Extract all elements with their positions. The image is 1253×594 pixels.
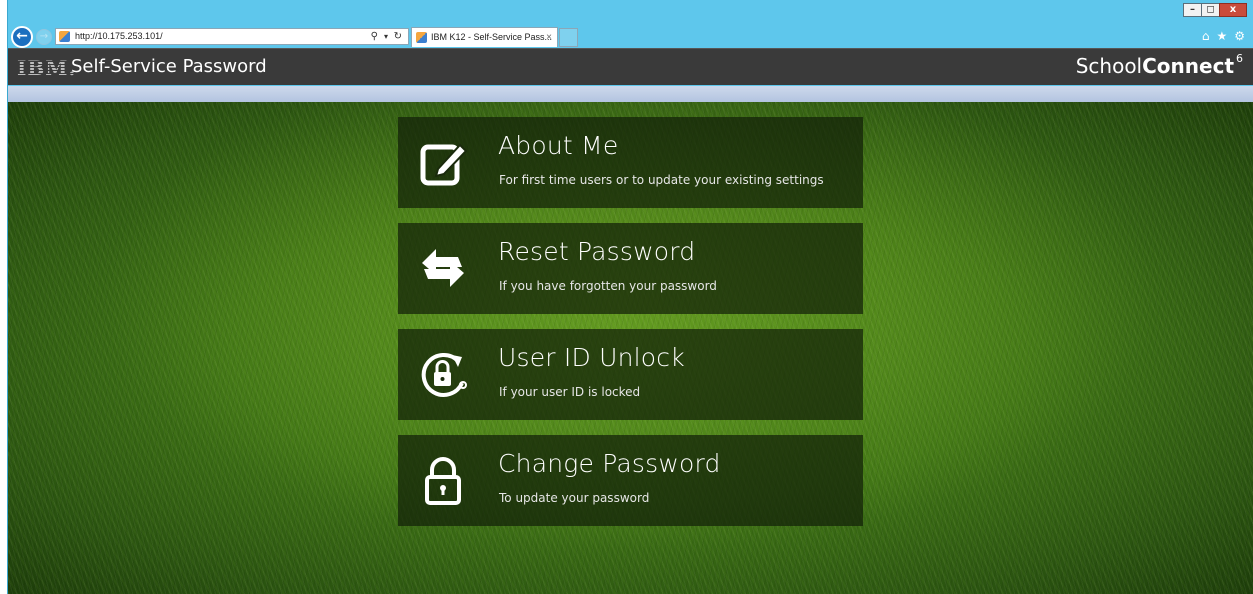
app-header: IBM. Self-Service Password SchoolConnect… bbox=[8, 48, 1253, 85]
minimize-button[interactable]: – bbox=[1183, 3, 1202, 17]
site-favicon-icon bbox=[59, 31, 70, 42]
tile-subtitle: To update your password bbox=[499, 491, 650, 505]
address-url[interactable]: http://10.175.253.101/ bbox=[75, 29, 163, 44]
forward-button[interactable]: → bbox=[36, 29, 52, 45]
back-button[interactable]: ← bbox=[11, 26, 33, 48]
tab-close-icon[interactable]: × bbox=[546, 28, 552, 47]
reset-password-tile[interactable]: Reset Password If you have forgotten you… bbox=[398, 223, 863, 314]
edit-icon bbox=[420, 143, 468, 186]
chevron-down-icon[interactable]: ▾ bbox=[384, 29, 388, 44]
tile-subtitle: If your user ID is locked bbox=[499, 385, 641, 399]
new-tab-button[interactable] bbox=[559, 28, 578, 47]
favorites-star-icon[interactable]: ★ bbox=[1216, 29, 1227, 43]
browser-toolbar: ⌂ ★ ⚙ bbox=[1202, 29, 1245, 43]
tile-title: Change Password bbox=[498, 449, 721, 478]
address-bar[interactable]: http://10.175.253.101/ ⚲ ▾ ↻ bbox=[55, 28, 409, 45]
unlock-rotate-icon bbox=[421, 353, 467, 397]
brand-version: 6 bbox=[1236, 52, 1243, 66]
tab-title: IBM K12 - Self-Service Pass... bbox=[431, 32, 553, 42]
home-icon[interactable]: ⌂ bbox=[1202, 29, 1210, 43]
close-window-button[interactable]: x bbox=[1219, 3, 1247, 17]
brand-bold: Connect bbox=[1142, 54, 1234, 78]
padlock-icon bbox=[425, 457, 461, 505]
brand-prefix: School bbox=[1075, 54, 1143, 78]
swap-arrows-icon bbox=[422, 249, 464, 287]
ibm-logo: IBM. bbox=[17, 56, 77, 80]
browser-window: – ◻ x ← → http://10.175.253.101/ ⚲ ▾ ↻ I… bbox=[7, 0, 1253, 594]
app-title: Self-Service Password bbox=[71, 56, 267, 77]
tile-subtitle: If you have forgotten your password bbox=[499, 279, 717, 293]
tile-title: Reset Password bbox=[498, 237, 696, 266]
tab-favicon-icon bbox=[416, 32, 427, 43]
refresh-icon[interactable]: ↻ bbox=[394, 29, 402, 44]
settings-gear-icon[interactable]: ⚙ bbox=[1234, 29, 1245, 43]
main-content: About Me For first time users or to upda… bbox=[8, 102, 1253, 594]
maximize-button[interactable]: ◻ bbox=[1201, 3, 1220, 17]
arrow-left-icon: ← bbox=[16, 28, 28, 44]
tile-title: About Me bbox=[498, 131, 619, 160]
browser-tab[interactable]: IBM K12 - Self-Service Pass... × bbox=[411, 27, 558, 47]
user-id-unlock-tile[interactable]: User ID Unlock If your user ID is locked bbox=[398, 329, 863, 420]
tile-title: User ID Unlock bbox=[498, 343, 685, 372]
about-me-tile[interactable]: About Me For first time users or to upda… bbox=[398, 117, 863, 208]
header-sub-strip bbox=[8, 86, 1253, 102]
search-icon[interactable]: ⚲ bbox=[371, 29, 378, 44]
schoolconnect-brand: SchoolConnect 6 bbox=[1075, 52, 1243, 78]
change-password-tile[interactable]: Change Password To update your password bbox=[398, 435, 863, 526]
window-controls: – ◻ x bbox=[1183, 3, 1247, 17]
tile-subtitle: For first time users or to update your e… bbox=[499, 173, 824, 187]
arrow-right-icon: → bbox=[39, 31, 49, 42]
